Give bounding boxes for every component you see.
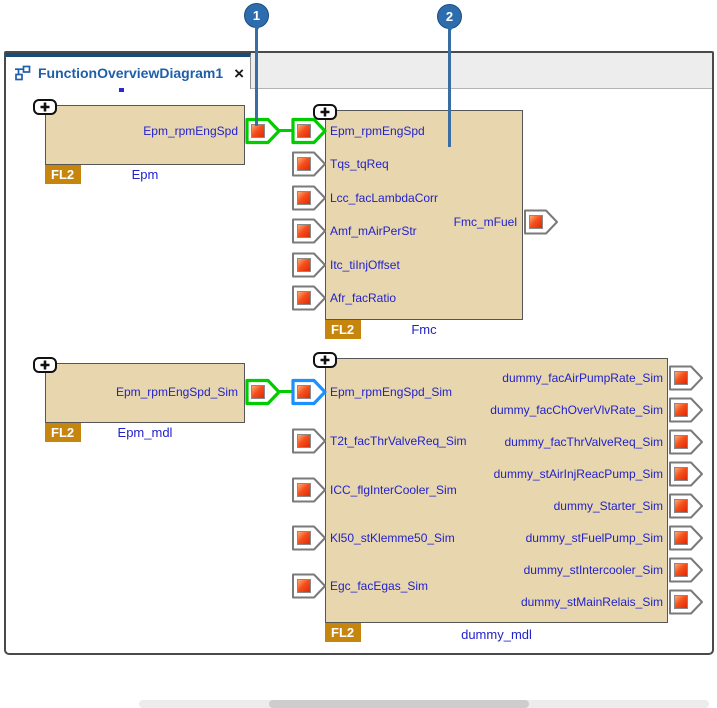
port-label: Fmc_mFuel bbox=[453, 215, 517, 229]
horizontal-scrollbar[interactable] bbox=[139, 700, 709, 708]
port-label: dummy_Starter_Sim bbox=[553, 499, 663, 513]
tab-title: FunctionOverviewDiagram1 bbox=[38, 65, 224, 81]
callout-1-balloon: 1 bbox=[244, 3, 269, 28]
expand-icon[interactable] bbox=[313, 352, 337, 368]
epm-output-port[interactable] bbox=[245, 117, 281, 145]
fmc-output-port[interactable] bbox=[523, 208, 559, 236]
dummy-mdl-input-port-5[interactable] bbox=[291, 572, 327, 600]
callout-2-balloon: 2 bbox=[437, 4, 462, 29]
dummy-mdl-input-port-1[interactable] bbox=[291, 378, 327, 406]
port-label: dummy_stIntercooler_Sim bbox=[523, 563, 663, 577]
dummy-mdl-output-port-4[interactable] bbox=[668, 460, 704, 488]
block-name-epm-mdl: Epm_mdl bbox=[117, 425, 173, 440]
dummy-mdl-output-port-7[interactable] bbox=[668, 556, 704, 584]
tab-function-overview-diagram[interactable]: FunctionOverviewDiagram1 × bbox=[6, 53, 251, 89]
port-label: Afr_facRatio bbox=[330, 291, 397, 305]
block-name-dummy-mdl: dummy_mdl bbox=[461, 627, 532, 642]
port-label: Epm_rpmEngSpd bbox=[143, 124, 238, 138]
fmc-input-port-6[interactable] bbox=[291, 284, 327, 312]
port-label: Itc_tiInjOffset bbox=[330, 258, 400, 272]
dummy-mdl-output-port-2[interactable] bbox=[668, 396, 704, 424]
dummy-mdl-output-port-1[interactable] bbox=[668, 364, 704, 392]
dummy-mdl-output-port-3[interactable] bbox=[668, 428, 704, 456]
block-name-epm: Epm bbox=[131, 167, 159, 182]
fmc-input-port-1[interactable] bbox=[291, 117, 327, 145]
port-label: dummy_stAirInjReacPump_Sim bbox=[493, 467, 663, 481]
dummy-mdl-input-port-4[interactable] bbox=[291, 524, 327, 552]
port-label: Lcc_facLambdaCorr bbox=[330, 191, 439, 205]
dummy-mdl-input-port-2[interactable] bbox=[291, 427, 327, 455]
epm-mdl-output-port[interactable] bbox=[245, 378, 281, 406]
block-name-fmc: Fmc bbox=[411, 322, 437, 337]
fmc-input-port-5[interactable] bbox=[291, 251, 327, 279]
expand-icon[interactable] bbox=[33, 357, 57, 373]
port-label: Epm_rpmEngSpd_Sim bbox=[115, 385, 238, 399]
port-label: dummy_stFuelPump_Sim bbox=[525, 531, 663, 545]
fmc-input-port-2[interactable] bbox=[291, 150, 327, 178]
port-label: dummy_facAirPumpRate_Sim bbox=[502, 371, 663, 385]
port-label: Egc_facEgas_Sim bbox=[330, 579, 429, 593]
callout-2-line bbox=[448, 27, 451, 147]
horizontal-scrollbar-thumb[interactable] bbox=[269, 700, 529, 708]
port-label: Epm_rpmEngSpd_Sim bbox=[330, 385, 453, 399]
tab-close-icon[interactable]: × bbox=[234, 65, 244, 82]
port-label: dummy_facThrValveReq_Sim bbox=[504, 435, 663, 449]
port-label: dummy_stMainRelais_Sim bbox=[520, 595, 663, 609]
callout-1-line bbox=[255, 26, 258, 126]
fmc-input-port-4[interactable] bbox=[291, 217, 327, 245]
dummy-mdl-input-port-3[interactable] bbox=[291, 476, 327, 504]
port-label: dummy_facChOverVlvRate_Sim bbox=[490, 403, 663, 417]
canvas-marker bbox=[119, 88, 124, 92]
port-label: Tqs_tqReq bbox=[330, 157, 389, 171]
dummy-mdl-output-port-8[interactable] bbox=[668, 588, 704, 616]
port-label: ICC_flgInterCooler_Sim bbox=[330, 483, 457, 497]
fmc-input-port-3[interactable] bbox=[291, 184, 327, 212]
port-label: Epm_rpmEngSpd bbox=[330, 124, 425, 138]
dummy-mdl-output-port-5[interactable] bbox=[668, 492, 704, 520]
diagram-icon bbox=[14, 65, 31, 81]
expand-icon[interactable] bbox=[33, 99, 57, 115]
dummy-mdl-output-port-6[interactable] bbox=[668, 524, 704, 552]
